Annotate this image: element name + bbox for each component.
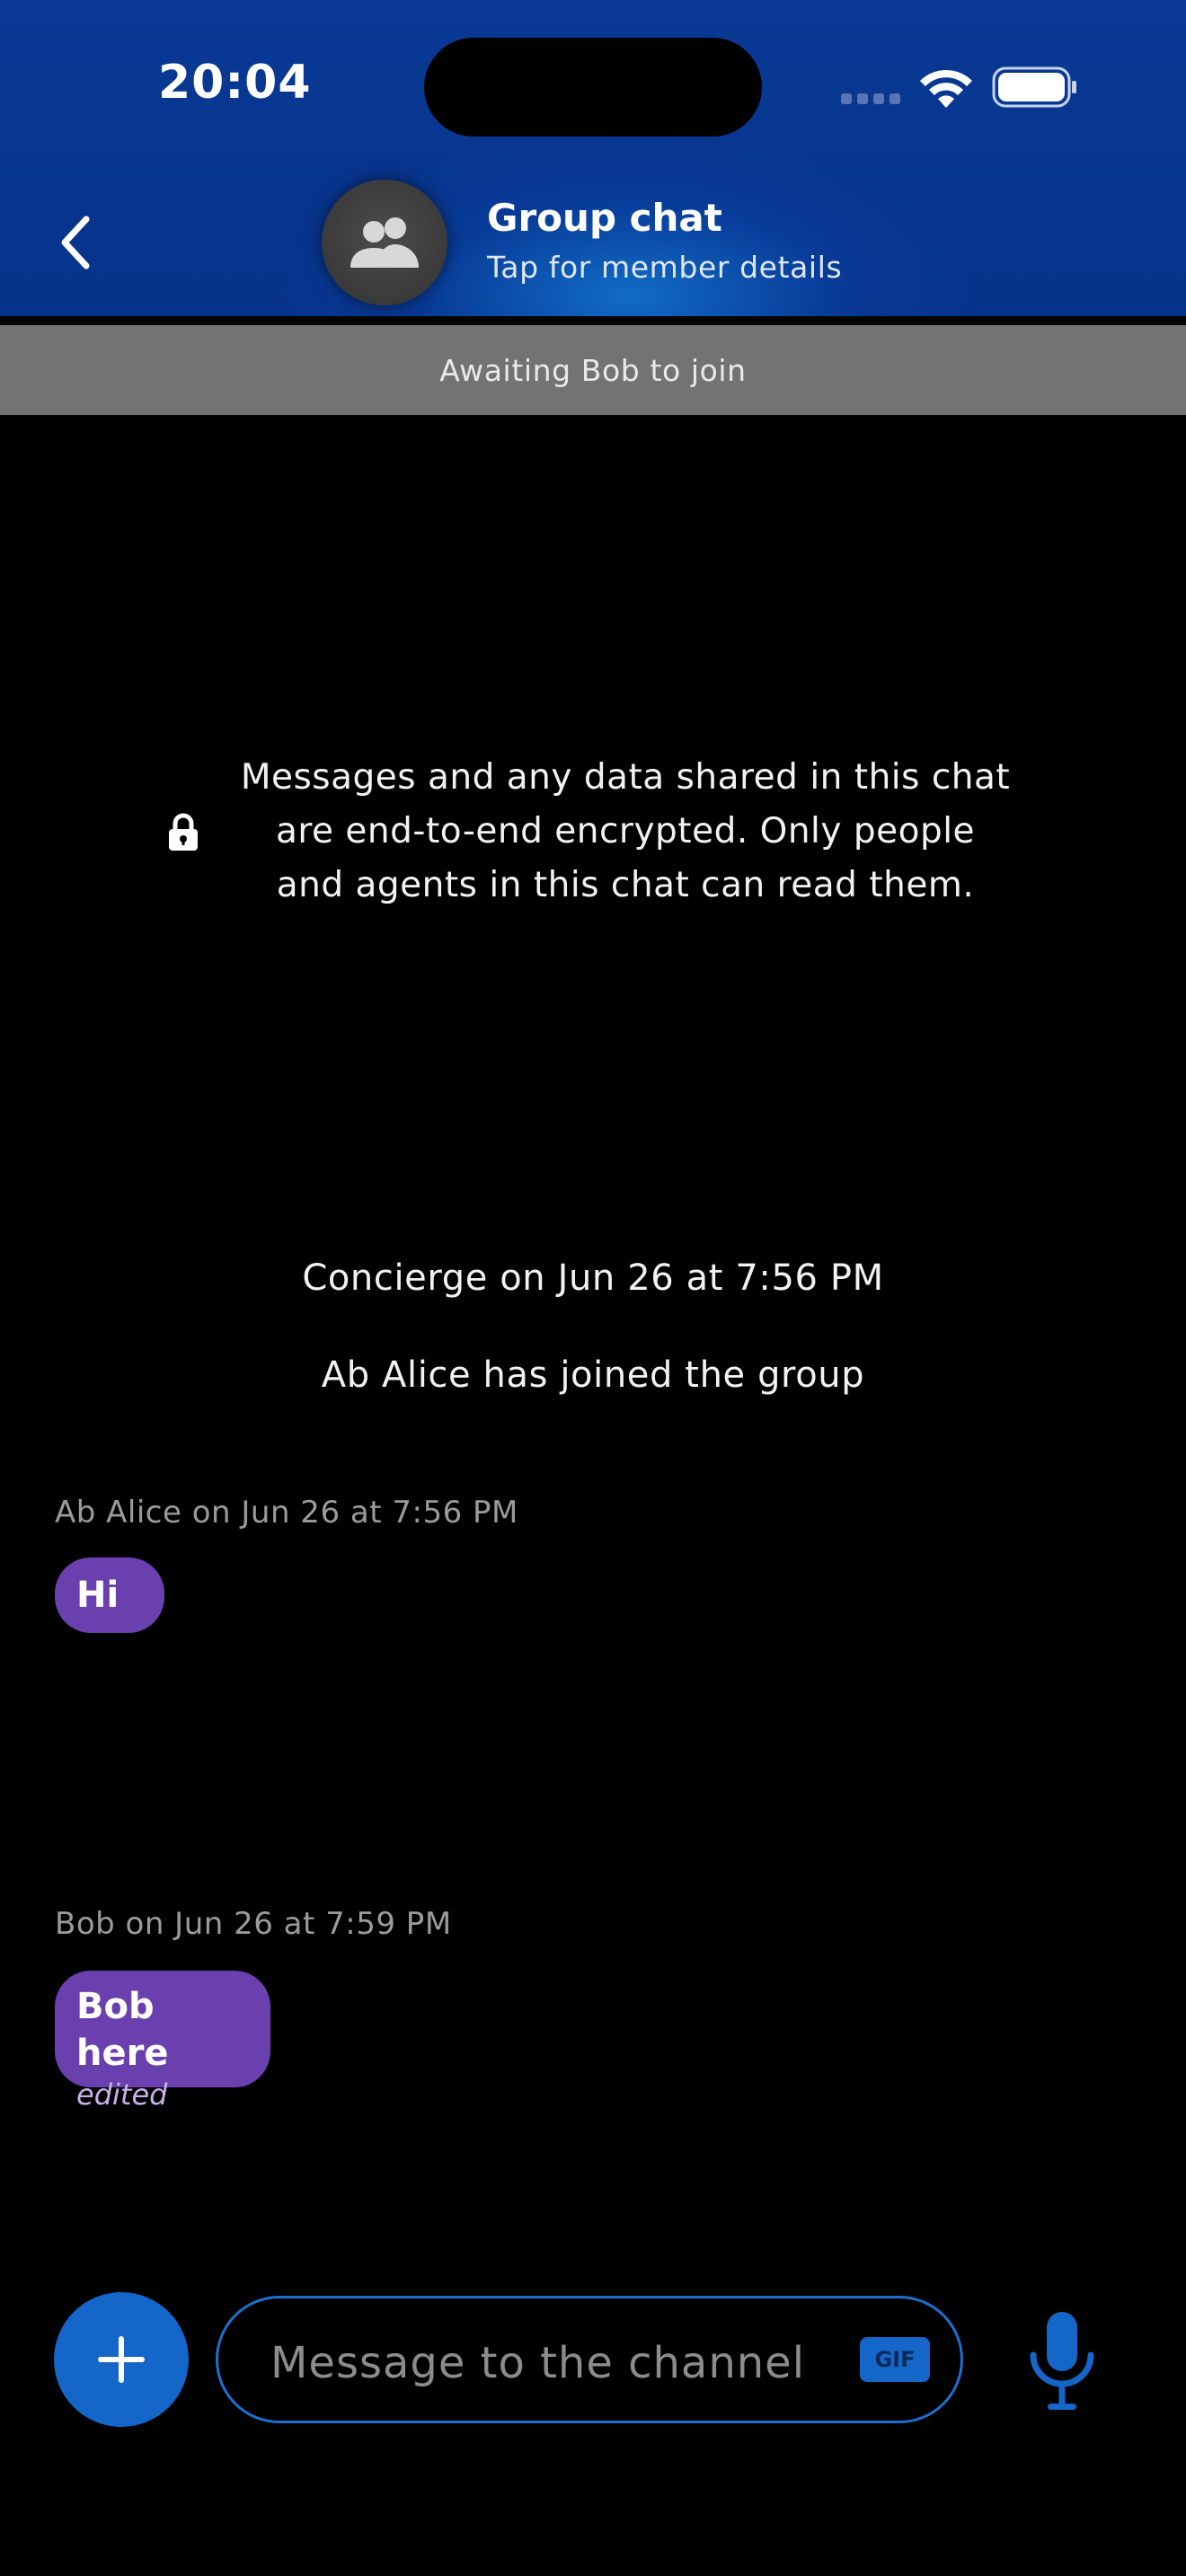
chevron-left-icon [61,216,90,269]
status-time: 20:04 [158,56,312,110]
lock-icon [169,813,198,851]
awaiting-banner-text: Awaiting Bob to join [439,352,747,388]
gif-button[interactable]: GIF [860,2337,930,2382]
plus-icon [98,2336,145,2383]
microphone-button[interactable] [1024,2308,1100,2413]
system-message: Concierge on Jun 26 at 7:56 PM [302,1257,884,1299]
message-input[interactable]: Message to the channel GIF [216,2296,963,2423]
chat-subtitle[interactable]: Tap for member details [487,250,842,285]
cellular-signal-icon [841,93,900,104]
encryption-notice-line: are end-to-end encrypted. Only people [275,811,976,851]
message-text: Bob here [76,1986,169,2074]
system-message: Ab Alice has joined the group [321,1354,865,1396]
message-meta: Bob on Jun 26 at 7:59 PM [55,1906,452,1942]
header-divider [0,316,1186,325]
wifi-icon [920,69,972,108]
encryption-notice-line: Messages and any data shared in this cha… [240,757,1011,798]
encryption-notice-line: and agents in this chat can read them. [276,865,975,905]
group-avatar[interactable] [322,180,447,305]
battery-icon [992,66,1076,108]
dynamic-island [424,38,762,137]
microphone-icon [1030,2312,1094,2410]
encryption-notice: Messages and any data shared in this cha… [212,751,1039,913]
awaiting-banner: Awaiting Bob to join [0,325,1186,415]
message-input-placeholder: Message to the channel [270,2338,806,2388]
chat-title[interactable]: Group chat [487,196,722,240]
message-bubble[interactable]: Bob here edited [55,1971,270,2112]
back-button[interactable] [49,208,102,277]
message-meta: Ab Alice on Jun 26 at 7:56 PM [55,1495,518,1531]
message-text: Hi [76,1575,119,1616]
add-attachment-button[interactable] [54,2292,189,2427]
message-bubble[interactable]: Hi [55,1557,164,1633]
edited-label: edited [76,2078,168,2112]
chat-header: 20:04 Group chat Tap for member details [0,0,1186,316]
group-people-icon [350,217,419,268]
